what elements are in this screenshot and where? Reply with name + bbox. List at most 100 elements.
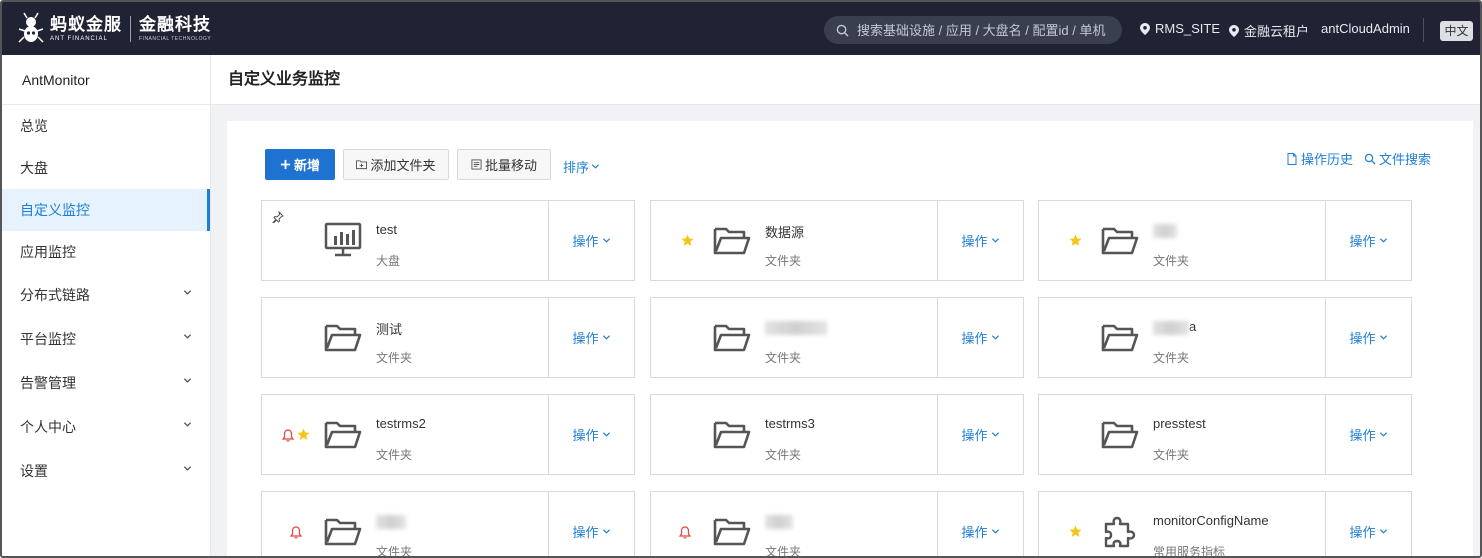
folder-icon	[324, 518, 362, 546]
sidebar-item-personal-center[interactable]: 个人中心	[2, 405, 210, 449]
card-item[interactable]: test 大盘 操作	[261, 200, 635, 281]
card-item[interactable]: 数据源 文件夹 操作	[650, 200, 1024, 281]
location-pin-icon	[1229, 24, 1239, 37]
chevron-down-icon	[991, 238, 999, 243]
card-item[interactable]: 测试 文件夹 操作	[261, 297, 635, 378]
sidebar-item-platform-monitor[interactable]: 平台监控	[2, 317, 210, 361]
card-name-redacted	[765, 319, 827, 335]
folder-icon	[1101, 227, 1139, 255]
sidebar-item-app-monitor[interactable]: 应用监控	[2, 231, 210, 273]
star-icon[interactable]	[681, 234, 694, 247]
app-window: 蚂蚁金服 ANT FINANCIAL 金融科技 FINANCIAL TECHNO…	[0, 0, 1482, 558]
language-switch[interactable]: 中文	[1440, 21, 1473, 41]
card-type: 大盘	[376, 254, 401, 268]
site-selector[interactable]: RMS_SITE	[1140, 21, 1220, 36]
chevron-down-icon	[183, 334, 192, 339]
card-name: testrms3	[765, 416, 815, 431]
card-actions-dropdown[interactable]: 操作	[1325, 492, 1411, 556]
bell-icon[interactable]	[282, 429, 294, 442]
card-item[interactable]: 文件夹 操作	[1038, 200, 1412, 281]
card-actions-dropdown[interactable]: 操作	[1325, 395, 1411, 474]
card-name: presstest	[1153, 416, 1206, 431]
folder-icon	[324, 421, 362, 449]
app-name: AntMonitor	[2, 55, 210, 105]
card-actions-dropdown[interactable]: 操作	[548, 395, 634, 474]
search-input[interactable]	[857, 22, 1117, 38]
card-item[interactable]: presstest 文件夹 操作	[1038, 394, 1412, 475]
chevron-down-icon	[183, 290, 192, 295]
chevron-down-icon	[1379, 529, 1387, 534]
card-actions-dropdown[interactable]: 操作	[1325, 201, 1411, 280]
card-type: 常用服务指标	[1153, 545, 1226, 558]
bell-icon[interactable]	[679, 526, 691, 539]
card-item[interactable]: 文件夹 操作	[261, 491, 635, 558]
folder-icon	[713, 324, 751, 352]
card-item[interactable]: testrms3 文件夹 操作	[650, 394, 1024, 475]
card-item[interactable]: 文件夹 操作	[650, 491, 1024, 556]
star-icon[interactable]	[297, 428, 310, 441]
location-pin-icon	[1140, 22, 1150, 35]
card-name: 测试	[376, 322, 403, 337]
page-title: 自定义业务监控	[211, 55, 1480, 105]
card-actions-dropdown[interactable]: 操作	[937, 492, 1023, 556]
card-name-redacted	[765, 513, 793, 529]
sidebar: AntMonitor 总览 大盘 自定义监控 应用监控 分布式链路 平台监控 告…	[2, 55, 211, 556]
card-type: 文件夹	[1153, 254, 1190, 268]
dashboard-icon	[324, 222, 362, 257]
new-button[interactable]: 新增	[265, 149, 335, 180]
chevron-down-icon	[1379, 432, 1387, 437]
card-actions-dropdown[interactable]: 操作	[937, 395, 1023, 474]
sidebar-item-tracing[interactable]: 分布式链路	[2, 273, 210, 317]
user-menu[interactable]: antCloudAdmin	[1321, 21, 1410, 36]
chevron-down-icon	[1379, 238, 1387, 243]
card-type: 文件夹	[376, 448, 413, 462]
sidebar-item-settings[interactable]: 设置	[2, 449, 210, 493]
card-actions-dropdown[interactable]: 操作	[548, 492, 634, 556]
card-actions-dropdown[interactable]: 操作	[937, 298, 1023, 377]
card-item[interactable]: 文件夹 操作	[650, 297, 1024, 378]
star-icon[interactable]	[1069, 234, 1082, 247]
card-type: 文件夹	[765, 351, 802, 365]
card-name: testrms2	[376, 416, 426, 431]
card-actions-dropdown[interactable]: 操作	[548, 201, 634, 280]
chevron-down-icon	[183, 378, 192, 383]
card-name-redacted: a	[1153, 319, 1196, 335]
sidebar-item-alert-management[interactable]: 告警管理	[2, 361, 210, 405]
card-name: 数据源	[765, 225, 805, 240]
card-item[interactable]: monitorConfigName 常用服务指标 操作	[1038, 491, 1412, 558]
card-name-redacted	[376, 513, 406, 529]
chevron-down-icon	[602, 529, 610, 534]
card-type: 文件夹	[765, 254, 802, 268]
card-actions-dropdown[interactable]: 操作	[937, 201, 1023, 280]
chevron-down-icon	[183, 422, 192, 427]
card-type: 文件夹	[376, 351, 413, 365]
sidebar-item-dashboard[interactable]: 大盘	[2, 147, 210, 189]
sidebar-item-overview[interactable]: 总览	[2, 105, 210, 147]
sidebar-item-custom-monitor[interactable]: 自定义监控	[2, 189, 210, 231]
card-type: 文件夹	[376, 545, 413, 558]
brand-logo[interactable]: 蚂蚁金服 ANT FINANCIAL 金融科技 FINANCIAL TECHNO…	[16, 10, 211, 48]
sort-dropdown[interactable]: 排序	[563, 157, 600, 176]
card-item[interactable]: testrms2 文件夹 操作	[261, 394, 635, 475]
top-bar: 蚂蚁金服 ANT FINANCIAL 金融科技 FINANCIAL TECHNO…	[2, 2, 1480, 55]
chevron-down-icon	[591, 164, 600, 169]
chevron-down-icon	[991, 335, 999, 340]
card-item[interactable]: a 文件夹 操作	[1038, 297, 1412, 378]
batch-move-button[interactable]: 批量移动	[457, 149, 551, 180]
tenant-selector[interactable]: 金融云租户	[1229, 21, 1309, 40]
folder-add-icon	[356, 160, 368, 170]
file-search-link[interactable]: 文件搜索	[1364, 149, 1431, 168]
content-panel: 新增 添加文件夹 批量移动 排序 操作历史 文件搜索 test 大盘 操作 数据…	[227, 121, 1473, 558]
puzzle-icon	[1104, 516, 1136, 548]
operation-history-link[interactable]: 操作历史	[1286, 149, 1353, 168]
global-search[interactable]	[824, 16, 1122, 44]
pin-icon[interactable]	[272, 211, 284, 223]
bell-icon[interactable]	[290, 526, 302, 539]
add-folder-button[interactable]: 添加文件夹	[343, 149, 449, 180]
card-actions-dropdown[interactable]: 操作	[1325, 298, 1411, 377]
star-icon[interactable]	[1069, 525, 1082, 538]
card-actions-dropdown[interactable]: 操作	[548, 298, 634, 377]
chevron-down-icon	[991, 529, 999, 534]
folder-icon	[324, 324, 362, 352]
search-icon	[836, 24, 849, 37]
